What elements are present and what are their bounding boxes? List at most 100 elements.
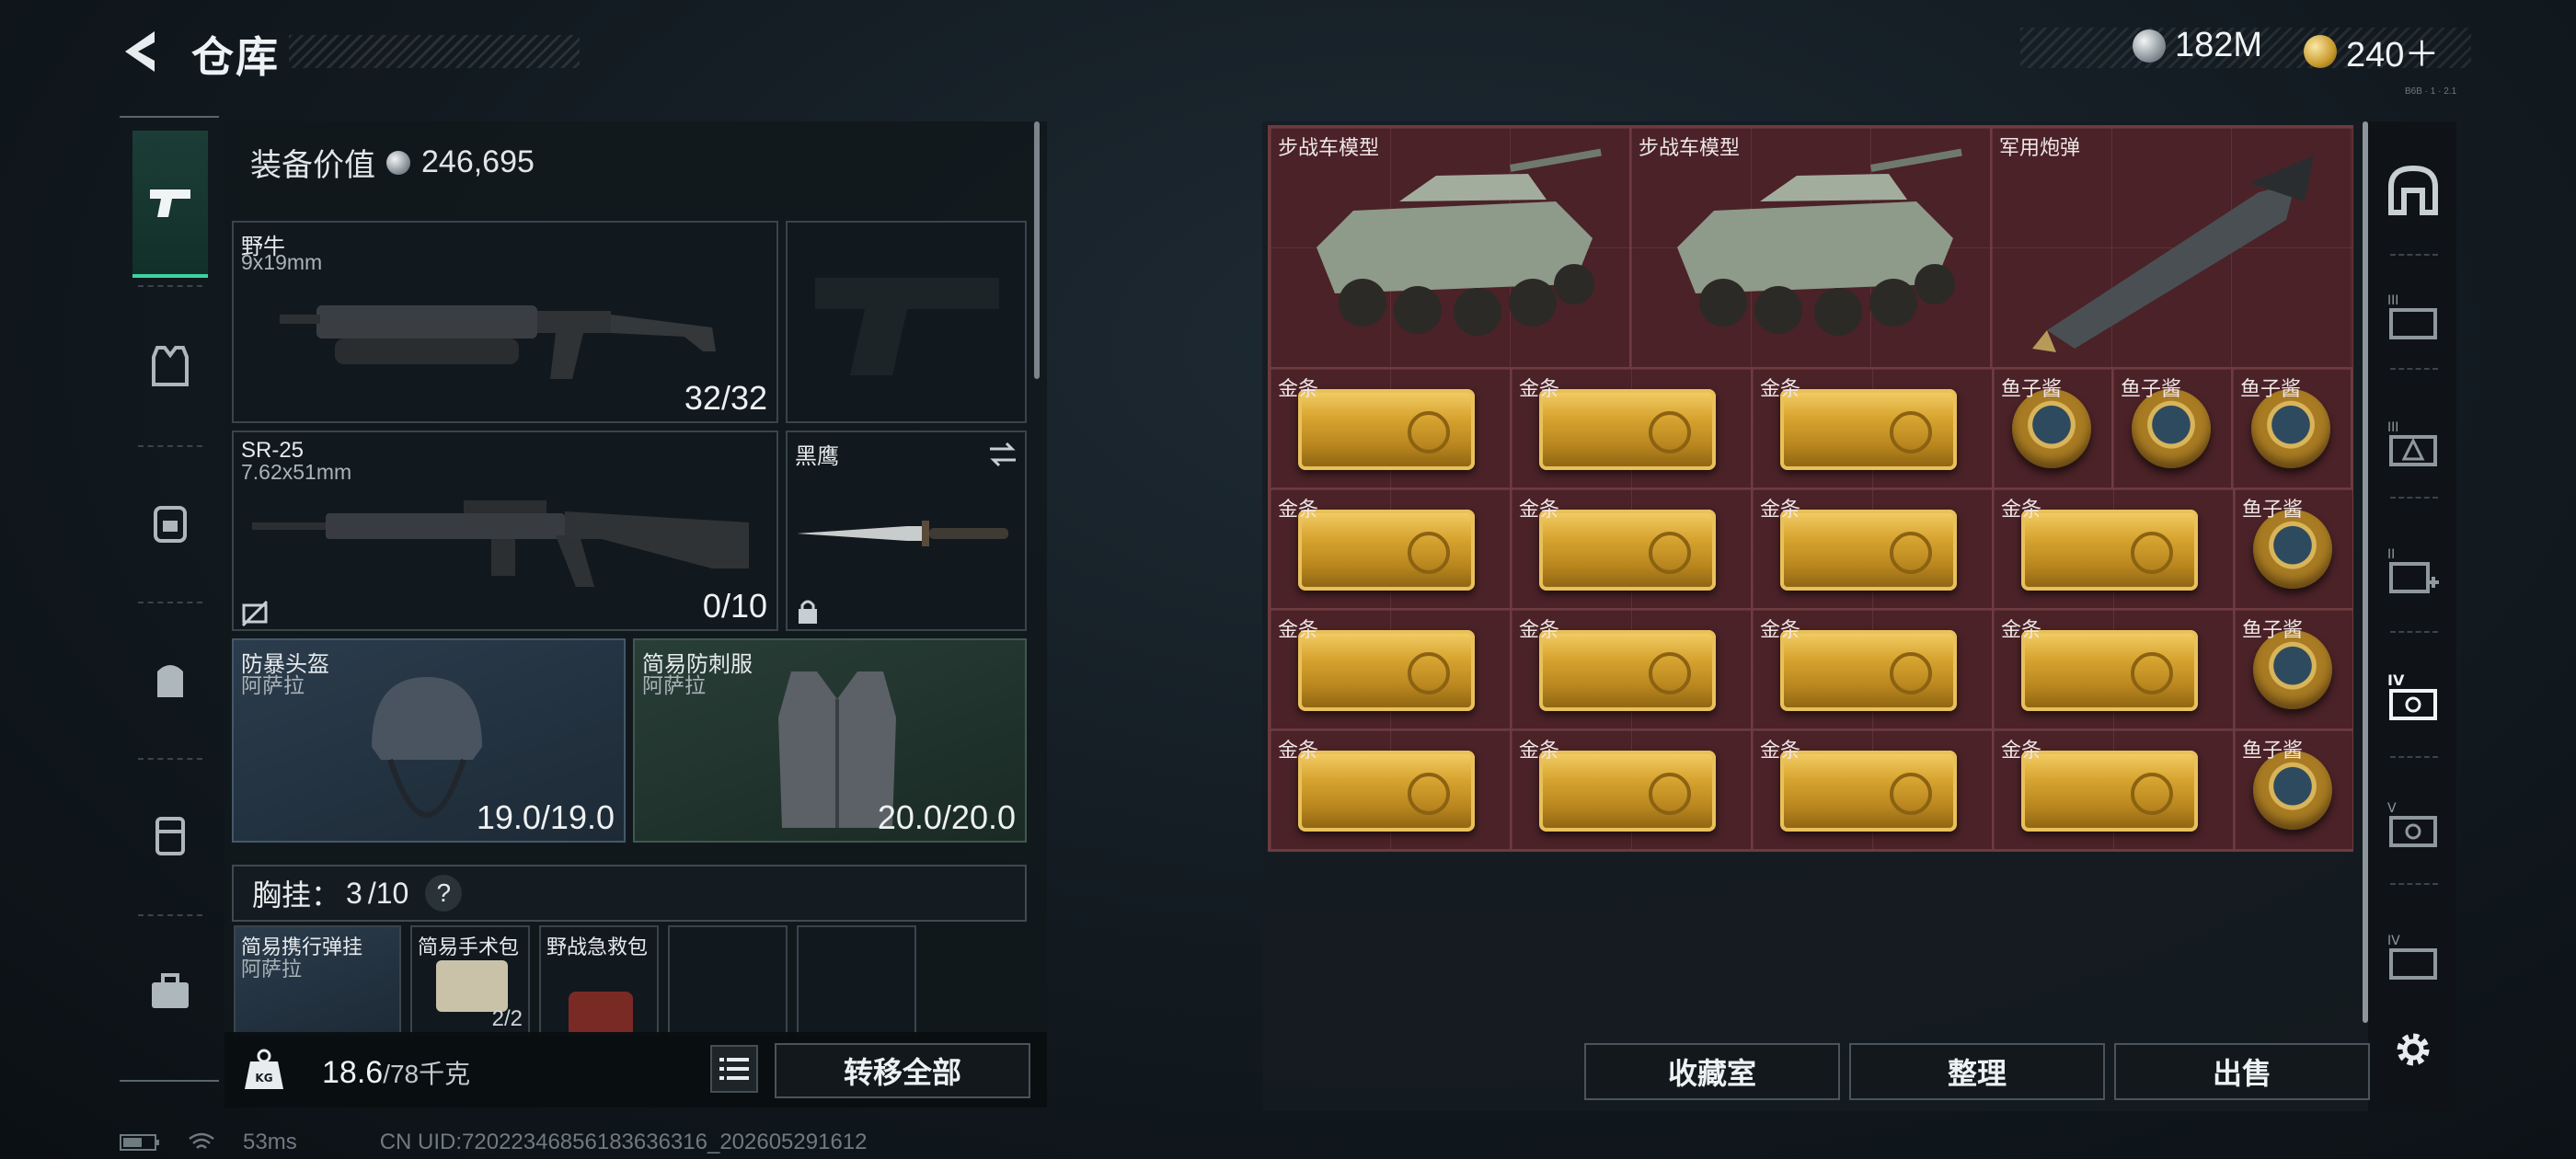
storage-item-gold-bar[interactable]: 金条	[1511, 609, 1752, 729]
section-ii[interactable]: II	[2381, 539, 2445, 603]
rail-item-pouch[interactable]	[132, 762, 208, 909]
help-icon[interactable]: ?	[425, 875, 463, 912]
rig-item-slot[interactable]: 简易携行弹挂 阿萨拉	[234, 925, 401, 1036]
gold-bar-icon	[1780, 751, 1957, 832]
military-shell-icon	[2032, 155, 2314, 352]
section-iii-a[interactable]: III	[2381, 285, 2445, 350]
gold-bar-icon	[1539, 389, 1716, 470]
storage-item-gold-bar[interactable]: 金条	[1752, 488, 1993, 609]
pistol-slot[interactable]	[786, 221, 1027, 423]
item-label: 军用炮弹	[1999, 136, 2081, 159]
rig-item-slot[interactable]: 野战急救包	[539, 925, 659, 1036]
secondary-weapon-slot[interactable]: SR-25 7.62x51mm 0/10	[232, 430, 778, 631]
storage-item-gold-bar[interactable]: 金条	[1511, 729, 1752, 850]
smg-icon	[280, 305, 716, 379]
ifv-model-icon	[1317, 148, 1602, 336]
storage-item-caviar[interactable]: 鱼子酱	[2234, 488, 2353, 609]
storage-item-gold-bar[interactable]: 金条	[1511, 488, 1752, 609]
section-v[interactable]: V	[2381, 793, 2445, 857]
melee-slot[interactable]: 黑鹰	[786, 430, 1027, 631]
category-rail	[120, 116, 219, 1082]
storage-item-caviar[interactable]: 鱼子酱	[1993, 368, 2112, 488]
section-iv-active[interactable]: IV	[2381, 666, 2445, 730]
armor-brand: 阿萨拉	[642, 673, 706, 697]
list-view-button[interactable]	[710, 1045, 758, 1093]
helmet-brand: 阿萨拉	[241, 673, 305, 697]
storage-item-vehicle[interactable]: 步战车模型	[1270, 127, 1630, 368]
silver-currency[interactable]: 182M	[2133, 26, 2262, 65]
organize-button[interactable]: 整理	[1849, 1043, 2105, 1100]
storage-item-gold-bar[interactable]: 金条	[1270, 368, 1511, 488]
back-button[interactable]	[118, 28, 166, 75]
silver-coin-icon	[386, 150, 410, 175]
storage-item-shell[interactable]: 军用炮弹	[1991, 127, 2353, 368]
primary-weapon-slot[interactable]: 野牛 9x19mm 32/32	[232, 221, 778, 423]
storage-item-caviar[interactable]: 鱼子酱	[2112, 368, 2232, 488]
gold-bar-icon	[1539, 510, 1716, 591]
gold-bar-icon	[2021, 510, 2198, 591]
storage-item-caviar[interactable]: 鱼子酱	[2232, 368, 2352, 488]
silver-amount: 182M	[2175, 26, 2263, 64]
rail-item-case[interactable]	[132, 918, 208, 1065]
storage-item-gold-bar[interactable]: 金条	[1752, 729, 1993, 850]
svg-text:KG: KG	[255, 1072, 272, 1084]
sell-button[interactable]: 出售	[2114, 1043, 2370, 1100]
title-decoration	[289, 35, 580, 68]
chest-rig-header: 胸挂： 3 /10 ?	[232, 865, 1027, 922]
item-label: 金条	[1760, 377, 1801, 400]
swap-icon[interactable]	[986, 440, 1019, 469]
settings-button[interactable]	[2381, 1017, 2445, 1082]
gear-icon	[2397, 1033, 2430, 1066]
rail-item-backpack[interactable]	[132, 449, 208, 596]
weapon-ammo: 0/10	[702, 587, 767, 625]
item-label: 金条	[2001, 498, 2042, 521]
storage-section-iv-icon: IV	[2387, 934, 2437, 980]
storage-section-iii-icon: III	[2387, 293, 2437, 339]
gold-bar-icon	[1298, 630, 1475, 711]
item-label: 鱼子酱	[2242, 618, 2304, 641]
section-iv-b[interactable]: IV	[2381, 925, 2445, 990]
storage-item-gold-bar[interactable]: 金条	[1993, 729, 2234, 850]
gold-bar-icon	[1298, 510, 1475, 591]
uid-readout: CN UID:72022346856183636316_202605291612	[379, 1130, 868, 1154]
rig-item-name: 简易手术包	[418, 935, 520, 958]
silver-coin-icon	[2133, 29, 2166, 63]
storage-item-gold-bar[interactable]: 金条	[1993, 609, 2234, 729]
storage-item-gold-bar[interactable]: 金条	[1511, 368, 1752, 488]
item-label: 鱼子酱	[2242, 739, 2304, 762]
item-label: 金条	[2001, 618, 2042, 641]
armor-slot[interactable]: 简易防刺服 阿萨拉 20.0/20.0	[633, 638, 1027, 843]
rig-item-slot[interactable]: 简易手术包 2/2	[410, 925, 530, 1036]
empty-rig-slot[interactable]	[797, 925, 916, 1036]
rail-item-bag[interactable]	[132, 605, 208, 752]
equipment-scrollbar[interactable]	[1034, 121, 1040, 379]
storage-item-caviar[interactable]: 鱼子酱	[2234, 609, 2353, 729]
svg-text:IV: IV	[2387, 934, 2400, 948]
item-label: 金条	[1278, 739, 1319, 762]
equipment-value-amount: 246,695	[421, 144, 535, 179]
empty-rig-slot[interactable]	[668, 925, 788, 1036]
section-iii-b[interactable]: III	[2381, 412, 2445, 476]
gold-bar-icon	[1780, 510, 1957, 591]
item-label: 金条	[1519, 377, 1560, 400]
pouch-icon	[155, 817, 185, 855]
rail-item-weapons[interactable]	[132, 131, 208, 278]
storage-item-gold-bar[interactable]: 金条	[1752, 368, 1993, 488]
storage-item-gold-bar[interactable]: 金条	[1270, 729, 1511, 850]
item-label: 鱼子酱	[2242, 498, 2304, 521]
storage-item-gold-bar[interactable]: 金条	[1993, 488, 2234, 609]
rail-item-armor[interactable]	[132, 293, 208, 440]
backpack-icon	[154, 506, 187, 543]
gold-currency[interactable]: 240＋	[2304, 26, 2439, 76]
section-collection[interactable]	[2381, 158, 2445, 223]
storage-item-gold-bar[interactable]: 金条	[1752, 609, 1993, 729]
storage-item-gold-bar[interactable]: 金条	[1270, 609, 1511, 729]
storage-item-gold-bar[interactable]: 金条	[1270, 488, 1511, 609]
storage-item-vehicle[interactable]: 步战车模型	[1630, 127, 1991, 368]
collection-room-button[interactable]: 收藏室	[1584, 1043, 1840, 1100]
transfer-all-button[interactable]: 转移全部	[775, 1043, 1030, 1098]
ifv-model-icon	[1677, 148, 1962, 336]
back-arrow-icon	[125, 31, 155, 72]
storage-item-caviar[interactable]: 鱼子酱	[2234, 729, 2353, 850]
helmet-slot[interactable]: 防暴头盔 阿萨拉 19.0/19.0	[232, 638, 626, 843]
